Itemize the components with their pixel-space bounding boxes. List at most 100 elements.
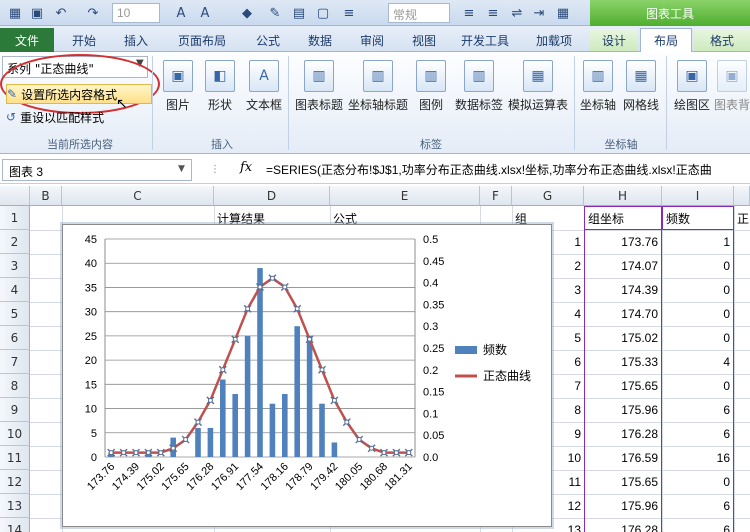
formula-input[interactable]: =SERIES(正态分布!$J$1,功率分布正态曲线.xlsx!坐标,功率分布正… <box>266 161 712 178</box>
row-header[interactable]: 6 <box>0 326 30 350</box>
column-header[interactable]: H <box>584 186 662 206</box>
cell[interactable]: 176.28 <box>584 518 662 532</box>
column-header[interactable]: G <box>512 186 584 206</box>
align-center-icon[interactable]: ≡ <box>484 4 502 22</box>
undo-icon[interactable]: ↶ <box>50 4 72 22</box>
chart-object[interactable]: 45 40 35 30 25 20 15 10 5 0 0.5 0.45 0.4 0.35 0.3 0.25 0… <box>62 224 552 527</box>
shrink-font-icon[interactable]: A <box>196 4 214 22</box>
row-header[interactable]: 9 <box>0 398 30 422</box>
chart-wall-button[interactable]: ▣ 图表背 <box>714 60 750 113</box>
tab-view[interactable]: 视图 <box>400 29 448 51</box>
format-painter-icon[interactable]: ✎ <box>266 4 284 22</box>
column-header-j[interactable] <box>734 186 750 206</box>
data-table-button[interactable]: ▦ 模拟运算表 <box>506 60 570 113</box>
tab-addins[interactable]: 加载项 <box>524 29 584 51</box>
border-icon[interactable]: ▢ <box>314 4 332 22</box>
cell[interactable]: 175.96 <box>584 494 662 518</box>
cell[interactable]: 6 <box>662 422 734 446</box>
row-header[interactable]: 14 <box>0 518 30 532</box>
tab-home[interactable]: 开始 <box>60 29 108 51</box>
cell[interactable]: 16 <box>662 446 734 470</box>
tab-design[interactable]: 设计 <box>590 29 638 51</box>
tab-formulas[interactable]: 公式 <box>244 29 292 51</box>
cell[interactable]: 6 <box>662 398 734 422</box>
fx-icon[interactable]: fx <box>240 160 252 175</box>
number-format-box[interactable]: 常规 <box>388 3 450 23</box>
cell[interactable]: 175.65 <box>584 470 662 494</box>
indent-icon[interactable]: ⇥ <box>530 4 548 22</box>
grow-font-icon[interactable]: A <box>172 4 190 22</box>
tab-format[interactable]: 格式 <box>694 29 750 51</box>
cell[interactable]: 正 <box>734 206 750 230</box>
tab-data[interactable]: 数据 <box>296 29 344 51</box>
cell[interactable]: 0 <box>662 302 734 326</box>
reset-style-button[interactable]: ↺ 重设以匹配样式 <box>6 108 104 126</box>
cell[interactable]: 1 <box>662 230 734 254</box>
row-header[interactable]: 4 <box>0 278 30 302</box>
column-header[interactable]: C <box>62 186 214 206</box>
font-size-box[interactable]: 10 <box>112 3 160 23</box>
fill-color-icon[interactable]: ◆ <box>238 4 256 22</box>
tab-file[interactable]: 文件 <box>0 28 54 52</box>
data-labels-button[interactable]: ▥ 数据标签 <box>452 60 506 113</box>
row-header[interactable]: 3 <box>0 254 30 278</box>
table-icon[interactable]: ▦ <box>554 4 572 22</box>
cell[interactable]: 0 <box>662 326 734 350</box>
cell[interactable]: 175.33 <box>584 350 662 374</box>
cell[interactable]: 174.70 <box>584 302 662 326</box>
column-header[interactable]: E <box>330 186 480 206</box>
cell[interactable]: 174.07 <box>584 254 662 278</box>
cell[interactable]: 0 <box>662 374 734 398</box>
cell[interactable]: 6 <box>662 494 734 518</box>
row-header[interactable]: 12 <box>0 470 30 494</box>
cell[interactable]: 175.02 <box>584 326 662 350</box>
wrap-icon[interactable]: ⇌ <box>508 4 526 22</box>
plot-area-button[interactable]: ▣ 绘图区 <box>670 60 714 113</box>
column-header[interactable]: I <box>662 186 734 206</box>
row-header[interactable]: 1 <box>0 206 30 230</box>
cell[interactable]: 4 <box>662 350 734 374</box>
gridlines-button[interactable]: ▦ 网格线 <box>620 60 662 113</box>
name-box[interactable]: 图表 3 <box>2 159 192 181</box>
textbox-button[interactable]: A 文本框 <box>242 60 286 113</box>
cell[interactable]: 173.76 <box>584 230 662 254</box>
cell[interactable]: 频数 <box>662 206 734 230</box>
chart-title-button[interactable]: ▥ 图表标题 <box>292 60 346 113</box>
axis-title-button[interactable]: ▥ 坐标轴标题 <box>346 60 410 113</box>
cell[interactable]: 0 <box>662 278 734 302</box>
select-all[interactable] <box>0 186 30 206</box>
align-icon[interactable]: ≡ <box>340 4 358 22</box>
cell[interactable]: 175.65 <box>584 374 662 398</box>
format-selection-button[interactable]: ✎ 设置所选内容格式 <box>6 84 152 104</box>
tab-insert[interactable]: 插入 <box>112 29 160 51</box>
row-header[interactable]: 13 <box>0 494 30 518</box>
cell[interactable]: 174.39 <box>584 278 662 302</box>
cell[interactable]: 0 <box>662 254 734 278</box>
row-header[interactable]: 5 <box>0 302 30 326</box>
column-header[interactable]: D <box>214 186 330 206</box>
tab-page-layout[interactable]: 页面布局 <box>166 29 238 51</box>
cell[interactable]: 组坐标 <box>584 206 662 230</box>
axes-button[interactable]: ▥ 坐标轴 <box>578 60 618 113</box>
tab-layout[interactable]: 布局 <box>640 28 692 52</box>
cell[interactable]: 176.28 <box>584 422 662 446</box>
save-icon[interactable]: ▣ <box>28 4 46 22</box>
merge-icon[interactable]: ▤ <box>290 4 308 22</box>
cell[interactable]: 0 <box>662 470 734 494</box>
legend-button[interactable]: ▥ 图例 <box>412 60 450 113</box>
redo-icon[interactable]: ↷ <box>82 4 104 22</box>
row-header[interactable]: 11 <box>0 446 30 470</box>
cell[interactable]: 6 <box>662 518 734 532</box>
picture-button[interactable]: ▣ 图片 <box>160 60 196 113</box>
row-header[interactable]: 10 <box>0 422 30 446</box>
row-header[interactable]: 8 <box>0 374 30 398</box>
cell[interactable]: 175.96 <box>584 398 662 422</box>
column-header[interactable]: B <box>30 186 62 206</box>
tab-developer[interactable]: 开发工具 <box>452 29 518 51</box>
column-header[interactable]: F <box>480 186 512 206</box>
tab-review[interactable]: 审阅 <box>348 29 396 51</box>
excel-icon[interactable]: ▦ <box>6 4 24 22</box>
align-left-icon[interactable]: ≡ <box>460 4 478 22</box>
row-header[interactable]: 2 <box>0 230 30 254</box>
shapes-button[interactable]: ◧ 形状 <box>202 60 238 113</box>
